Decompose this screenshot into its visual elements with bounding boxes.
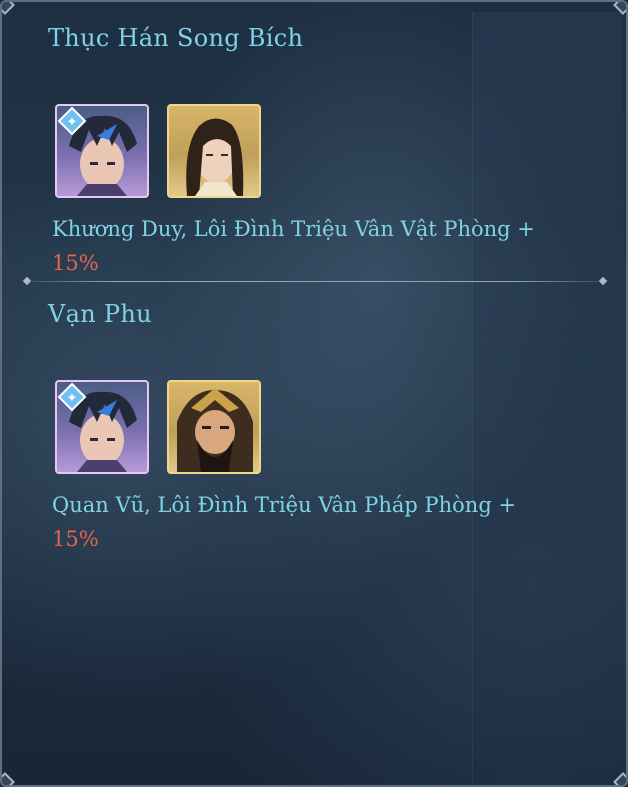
hero-portrait-quan-vu[interactable] (167, 380, 261, 474)
corner-ornament-icon (2, 772, 15, 785)
svg-text:✦: ✦ (67, 391, 78, 406)
divider-diamond-icon (22, 276, 32, 286)
section-divider (22, 276, 608, 286)
corner-ornament-icon (613, 2, 626, 15)
hero-face-icon (177, 388, 253, 472)
bond-effect-text: Khương Duy, Lôi Đình Triệu Vân Vật Phòng… (52, 217, 535, 241)
bond-description: Quan Vũ, Lôi Đình Triệu Vân Pháp Phòng +… (52, 488, 597, 556)
bond-title: Thục Hán Song Bích (48, 24, 304, 52)
bond-hero-list: ✦ (55, 380, 261, 474)
bond-title: Vạn Phu (48, 300, 152, 328)
bond-effect-text: Quan Vũ, Lôi Đình Triệu Vân Pháp Phòng + (52, 493, 517, 517)
bond-effect-value: 15% (52, 527, 99, 551)
corner-ornament-icon (613, 772, 626, 785)
awaken-badge-icon: ✦ (57, 382, 87, 412)
svg-text:✦: ✦ (67, 115, 78, 130)
hero-portrait-khuong-duy[interactable] (167, 104, 261, 198)
awaken-badge-icon: ✦ (57, 106, 87, 136)
divider-diamond-icon (598, 276, 608, 286)
hero-portrait-loi-dinh-trieu-van[interactable]: ✦ (55, 380, 149, 474)
bond-effect-value: 15% (52, 251, 99, 275)
bond-description: Khương Duy, Lôi Đình Triệu Vân Vật Phòng… (52, 212, 597, 280)
hero-portrait-loi-dinh-trieu-van[interactable]: ✦ (55, 104, 149, 198)
bond-hero-list: ✦ (55, 104, 261, 198)
hero-face-icon (186, 118, 244, 196)
corner-ornament-icon (2, 2, 15, 15)
bond-info-panel: Thục Hán Song Bích ✦ Khương Duy, Lôi Đìn… (0, 0, 628, 787)
